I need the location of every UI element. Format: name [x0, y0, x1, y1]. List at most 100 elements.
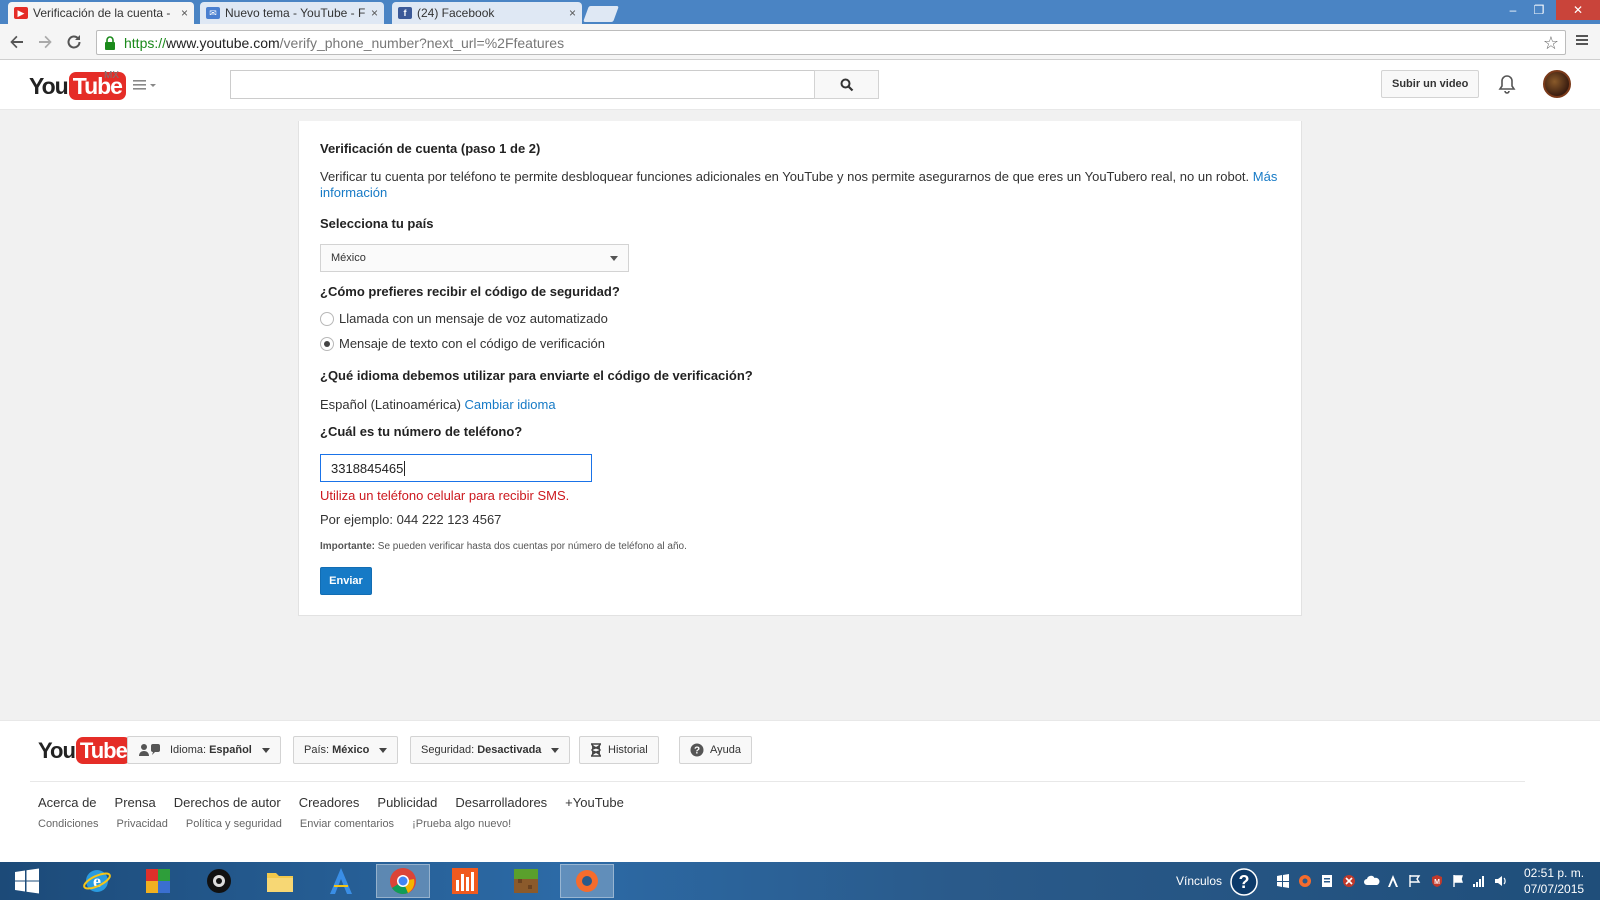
history-button[interactable]: Historial — [579, 736, 659, 764]
browser-toolbar: https://www.youtube.com/verify_phone_num… — [0, 24, 1600, 60]
youtube-favicon-icon: ▶ — [14, 7, 28, 19]
language-row: Español (Latinoamérica) Cambiar idioma — [320, 397, 1280, 413]
puzzle-app-icon[interactable] — [131, 864, 185, 898]
important-note: Importante: Se pueden verificar hasta do… — [320, 541, 1280, 552]
important-label: Importante: — [320, 541, 375, 552]
internet-explorer-icon[interactable]: e — [70, 864, 124, 898]
clock-time[interactable]: 02:51 p. m. — [1524, 866, 1584, 880]
chrome-taskbar-icon[interactable] — [376, 864, 430, 898]
action-flag-tray-icon[interactable] — [1408, 874, 1422, 888]
windows-start-icon[interactable] — [0, 864, 54, 898]
close-window-icon[interactable]: ✕ — [1556, 0, 1600, 20]
language-picker-button[interactable]: Idioma: Español — [127, 736, 281, 764]
logo-you-text: You — [38, 737, 76, 763]
chevron-down-icon — [379, 747, 388, 753]
footer-link[interactable]: Acerca de — [38, 795, 97, 810]
facebook-favicon-icon: f — [398, 7, 412, 19]
footer-link[interactable]: Derechos de autor — [174, 795, 281, 810]
origin-tray-icon[interactable] — [1298, 874, 1312, 888]
tab-close-icon[interactable]: × — [569, 6, 576, 20]
logo-tube-text: Tube — [75, 737, 131, 764]
search-icon — [840, 78, 853, 91]
browser-menu-icon[interactable] — [1574, 32, 1592, 52]
radio-label: Llamada con un mensaje de voz automatiza… — [339, 311, 608, 326]
country-select[interactable]: México — [320, 244, 629, 272]
address-bar[interactable]: https://www.youtube.com/verify_phone_num… — [96, 30, 1566, 55]
volume-icon[interactable] — [1494, 874, 1508, 888]
phone-example: Por ejemplo: 044 222 123 4567 — [320, 512, 502, 527]
mcafee-shield-tray-icon[interactable]: M — [1430, 874, 1444, 888]
back-arrow-icon[interactable] — [6, 31, 28, 53]
country-picker-button[interactable]: País: México — [293, 736, 399, 764]
file-explorer-icon[interactable] — [253, 864, 307, 898]
footer-primary-links: Acerca de Prensa Derechos de autor Cread… — [38, 795, 642, 810]
flag-tray-icon[interactable] — [1452, 874, 1466, 888]
notifications-bell-icon[interactable] — [1496, 73, 1518, 95]
audio-app-icon[interactable] — [438, 864, 492, 898]
url-path: /verify_phone_number?next_url=%2Ffeature… — [279, 34, 565, 51]
footer-youtube-logo[interactable]: You Tube — [38, 737, 131, 764]
bookmark-star-icon[interactable]: ☆ — [1543, 33, 1559, 54]
search-button[interactable] — [814, 70, 879, 99]
help-button[interactable]: ? Ayuda — [679, 736, 752, 764]
upload-button[interactable]: Subir un video — [1381, 70, 1480, 98]
tab-verificacion[interactable]: ▶ Verificación de la cuenta - × — [8, 2, 194, 24]
forum-favicon-icon: ✉ — [206, 7, 220, 19]
arch-tray-icon[interactable] — [1386, 874, 1400, 888]
tab-nuevo-tema[interactable]: ✉ Nuevo tema - YouTube - F × — [200, 2, 384, 24]
new-tab-button[interactable] — [583, 6, 619, 22]
links-toolbar-label[interactable]: Vínculos — [1176, 874, 1222, 888]
clock-date[interactable]: 07/07/2015 — [1524, 882, 1584, 896]
svg-text:?: ? — [1239, 872, 1250, 892]
chevron-down-icon — [551, 747, 560, 753]
webcam-app-icon[interactable] — [192, 864, 246, 898]
restore-window-icon[interactable]: ❐ — [1526, 0, 1552, 20]
forward-arrow-icon[interactable] — [34, 31, 56, 53]
footer-link[interactable]: Desarrolladores — [455, 795, 547, 810]
minimize-window-icon[interactable]: – — [1500, 0, 1526, 20]
search-input[interactable] — [230, 70, 815, 99]
submit-button[interactable]: Enviar — [320, 567, 372, 595]
footer-sublink[interactable]: Política y seguridad — [186, 818, 282, 830]
minecraft-icon[interactable] — [499, 864, 553, 898]
footer-sublink[interactable]: Condiciones — [38, 818, 99, 830]
safety-mode-button[interactable]: Seguridad: Desactivada — [410, 736, 571, 764]
tab-close-icon[interactable]: × — [181, 6, 188, 20]
help-tray-icon[interactable]: ? — [1230, 868, 1258, 896]
footer-sublink[interactable]: ¡Prueba algo nuevo! — [412, 818, 511, 830]
signal-strength-icon[interactable] — [1472, 874, 1486, 888]
country-value: México — [331, 252, 366, 264]
tab-close-icon[interactable]: × — [371, 6, 378, 20]
footer-link[interactable]: Prensa — [115, 795, 156, 810]
tab-facebook[interactable]: f (24) Facebook × — [392, 2, 582, 24]
arch-app-icon[interactable] — [314, 864, 368, 898]
svg-text:M: M — [1434, 879, 1440, 886]
radio-button-checked[interactable] — [320, 336, 334, 351]
onedrive-cloud-tray-icon[interactable] — [1364, 874, 1380, 888]
origin-app-icon[interactable] — [560, 864, 614, 898]
svg-text:?: ? — [694, 746, 700, 757]
guide-menu-icon[interactable] — [133, 78, 157, 96]
footer-sublink[interactable]: Privacidad — [117, 818, 168, 830]
phone-number-input[interactable]: 3318845465 — [320, 454, 592, 482]
antivirus-tray-icon[interactable] — [1342, 874, 1356, 888]
windows-flag-tray-icon[interactable] — [1276, 874, 1290, 888]
intro-paragraph: Verificar tu cuenta por teléfono te perm… — [320, 169, 1280, 201]
country-label: Selecciona tu país — [320, 216, 434, 231]
footer-sublink[interactable]: Enviar comentarios — [300, 818, 394, 830]
logo-you-text: You — [29, 72, 69, 99]
footer-link[interactable]: +YouTube — [565, 795, 624, 810]
account-avatar[interactable] — [1543, 70, 1571, 98]
radio-label: Mensaje de texto con el código de verifi… — [339, 336, 605, 351]
language-people-icon — [139, 744, 160, 756]
radio-button[interactable] — [320, 311, 334, 326]
tab-title: Nuevo tema - YouTube - F — [225, 6, 366, 20]
radio-text-message[interactable]: Mensaje de texto con el código de verifi… — [320, 336, 605, 351]
language-label: ¿Qué idioma debemos utilizar para enviar… — [320, 368, 753, 383]
change-language-link[interactable]: Cambiar idioma — [465, 397, 556, 412]
reload-icon[interactable] — [63, 31, 85, 53]
footer-link[interactable]: Creadores — [299, 795, 360, 810]
footer-link[interactable]: Publicidad — [377, 795, 437, 810]
radio-voice-call[interactable]: Llamada con un mensaje de voz automatiza… — [320, 311, 608, 326]
network-doc-tray-icon[interactable] — [1320, 874, 1334, 888]
